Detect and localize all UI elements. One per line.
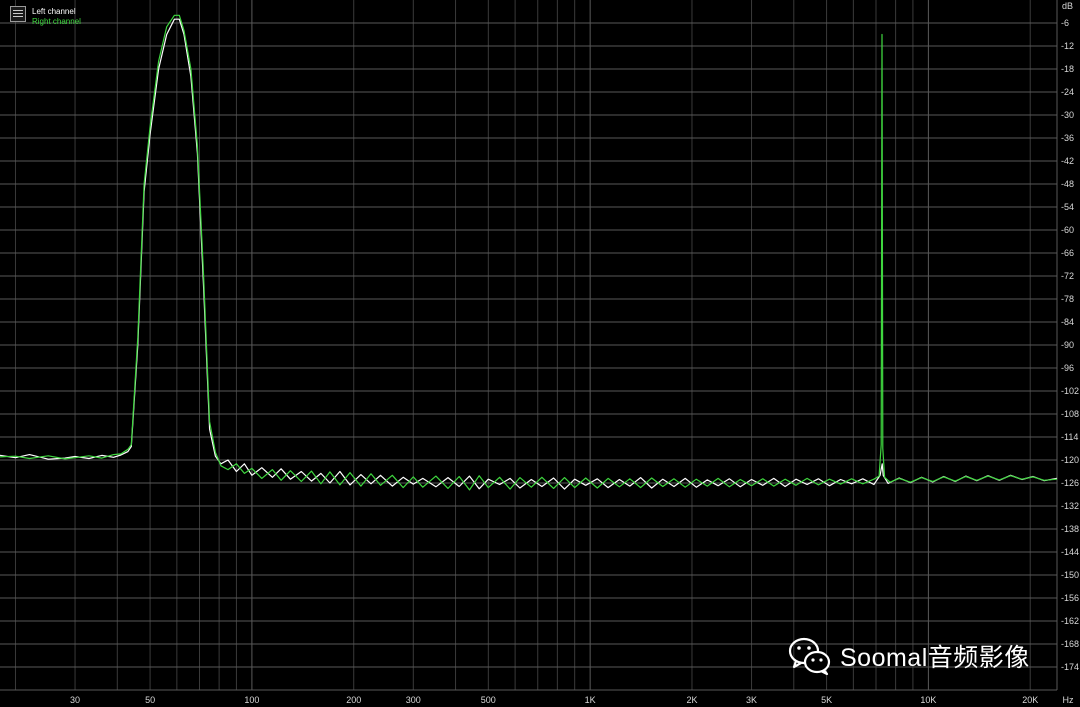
y-tick-label: -114 bbox=[1061, 432, 1078, 442]
watermark: Soomal音频影像 bbox=[788, 636, 1030, 676]
y-tick-label: -60 bbox=[1061, 225, 1074, 235]
y-tick-label: -108 bbox=[1061, 409, 1079, 419]
y-tick-label: -132 bbox=[1061, 501, 1079, 511]
x-tick-label: 30 bbox=[70, 695, 80, 705]
y-tick-label: -138 bbox=[1061, 524, 1079, 534]
y-tick-label: -18 bbox=[1061, 64, 1074, 74]
wechat-icon bbox=[788, 637, 831, 676]
y-tick-label: -126 bbox=[1061, 478, 1079, 488]
series-line-left-channel bbox=[0, 18, 1058, 490]
x-tick-label: 5K bbox=[821, 695, 832, 705]
x-tick-label: 2K bbox=[686, 695, 697, 705]
x-tick-label: 300 bbox=[406, 695, 421, 705]
y-tick-label: -78 bbox=[1061, 294, 1074, 304]
x-tick-label: 10K bbox=[920, 695, 936, 705]
watermark-text: Soomal音频影像 bbox=[840, 644, 1030, 672]
y-tick-label: -72 bbox=[1061, 271, 1074, 281]
y-tick-label: -120 bbox=[1061, 455, 1079, 465]
y-axis-unit-label: dB bbox=[1062, 1, 1073, 11]
x-tick-label: 20K bbox=[1022, 695, 1038, 705]
y-tick-label: -54 bbox=[1061, 202, 1074, 212]
legend-right-channel: Right channel bbox=[32, 17, 81, 26]
y-tick-label: -12 bbox=[1061, 41, 1074, 51]
y-tick-label: -144 bbox=[1061, 547, 1079, 557]
y-tick-label: -96 bbox=[1061, 363, 1074, 373]
legend-left-channel: Left channel bbox=[32, 7, 76, 16]
spectrum-chart: 30 50 100 200 300 500 1K 2K 3K 5K 10K 20K Hz -6 -12 -18… bbox=[0, 0, 1079, 705]
y-tick-label: -6 bbox=[1061, 18, 1069, 28]
y-tick-label: -162 bbox=[1061, 616, 1079, 626]
x-tick-label: 3K bbox=[746, 695, 757, 705]
y-tick-label: -84 bbox=[1061, 317, 1074, 327]
chart-legend: Left channel Right channel bbox=[10, 6, 81, 27]
chart-grid bbox=[0, 0, 1058, 691]
y-tick-label: -36 bbox=[1061, 133, 1074, 143]
y-tick-label: -48 bbox=[1061, 179, 1074, 189]
legend-grid-icon[interactable] bbox=[10, 6, 26, 22]
y-tick-label: -66 bbox=[1061, 248, 1074, 258]
y-tick-label: -150 bbox=[1061, 570, 1079, 580]
y-tick-label: -174 bbox=[1061, 662, 1079, 672]
y-tick-label: -42 bbox=[1061, 156, 1074, 166]
x-tick-label: 500 bbox=[481, 695, 496, 705]
y-tick-label: -156 bbox=[1061, 593, 1079, 603]
x-tick-label: 200 bbox=[346, 695, 361, 705]
x-axis-unit-label: Hz bbox=[1063, 695, 1074, 705]
y-tick-label: -24 bbox=[1061, 87, 1074, 97]
x-tick-label: 100 bbox=[244, 695, 259, 705]
y-tick-label: -90 bbox=[1061, 340, 1074, 350]
y-tick-label: -102 bbox=[1061, 386, 1079, 396]
legend-labels: Left channel Right channel bbox=[32, 7, 81, 27]
x-tick-label: 1K bbox=[585, 695, 596, 705]
y-tick-label: -30 bbox=[1061, 110, 1074, 120]
x-tick-label: 50 bbox=[145, 695, 155, 705]
y-tick-label: -168 bbox=[1061, 639, 1079, 649]
